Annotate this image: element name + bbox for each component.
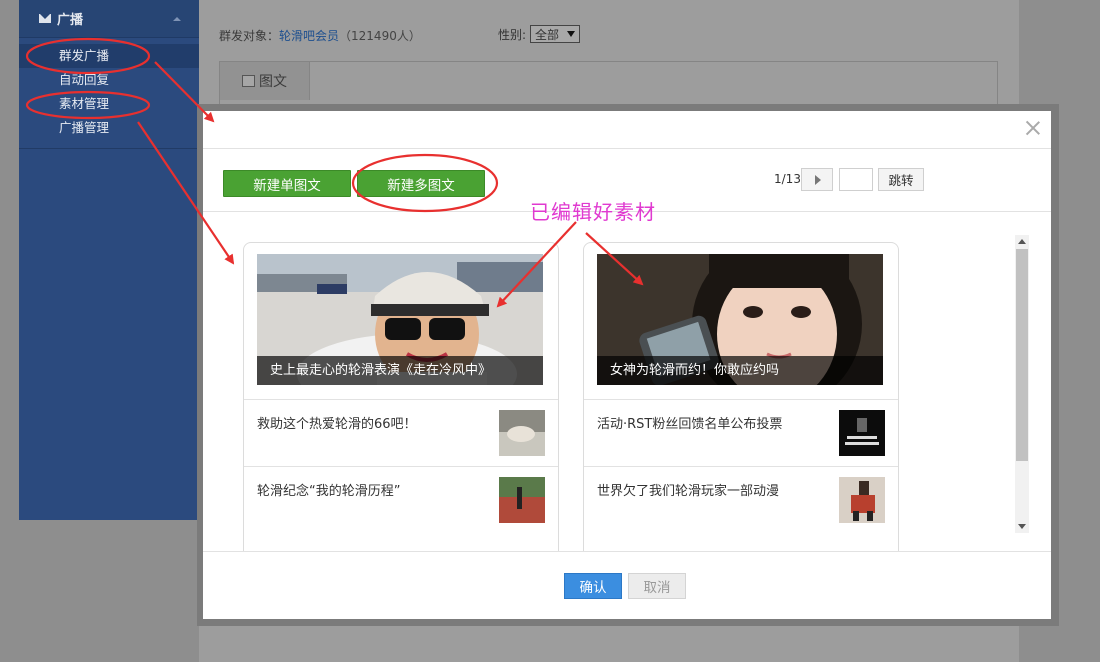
gender-label: 性别: — [498, 27, 527, 42]
thumbnail-photo — [839, 477, 885, 523]
document-icon — [242, 75, 255, 87]
tab-image-text[interactable]: 图文 — [220, 62, 310, 100]
vertical-scrollbar[interactable] — [1015, 235, 1029, 533]
scroll-down-icon[interactable] — [1018, 524, 1026, 529]
material-card[interactable]: 女神为轮滑而约！你敢应约吗 活动·RST粉丝回馈名单公布投票 世界欠了我们轮滑玩… — [583, 242, 899, 551]
article-thumbnail — [839, 477, 885, 523]
next-page-button[interactable] — [801, 168, 833, 191]
article-thumbnail — [839, 410, 885, 456]
cover-title: 女神为轮滑而约！你敢应约吗 — [597, 356, 883, 385]
cover-image: 女神为轮滑而约！你敢应约吗 — [597, 254, 883, 385]
thumbnail-photo — [839, 410, 885, 456]
material-picker-dialog: 新建单图文 新建多图文 1/13 跳转 史上最走心的轮滑表演《走在冷风中》 救助… — [203, 111, 1051, 619]
dropdown-arrow-icon — [567, 31, 576, 37]
gender-select[interactable]: 全部 — [530, 25, 581, 43]
collapse-icon[interactable] — [173, 16, 181, 21]
article-title: 救助这个热爱轮滑的66吧！ — [257, 417, 417, 432]
sidebar-item-material-management[interactable]: 素材管理 — [19, 92, 199, 116]
article-item[interactable]: 世界欠了我们轮滑玩家一部动漫 — [584, 466, 898, 533]
thumbnail-photo — [499, 477, 545, 523]
article-item[interactable]: 轮滑纪念“我的轮滑历程” — [244, 466, 558, 533]
page-indicator: 1/13 — [774, 172, 801, 186]
mail-icon — [39, 14, 51, 23]
cancel-button[interactable]: 取消 — [628, 573, 686, 599]
material-list: 史上最走心的轮滑表演《走在冷风中》 救助这个热爱轮滑的66吧！ 轮滑纪念“我的轮… — [203, 212, 1051, 551]
target-link[interactable]: 轮滑吧会员 — [279, 29, 339, 43]
gender-select-value: 全部 — [535, 27, 560, 42]
sidebar-item-mass-broadcast[interactable]: 群发广播 — [19, 44, 199, 68]
new-multi-article-button[interactable]: 新建多图文 — [357, 170, 485, 197]
annotation-label: 已编辑好素材 — [530, 200, 656, 224]
article-item[interactable]: 活动·RST粉丝回馈名单公布投票 — [584, 399, 898, 466]
sidebar-item-auto-reply[interactable]: 自动回复 — [19, 68, 199, 92]
material-card[interactable]: 史上最走心的轮滑表演《走在冷风中》 救助这个热爱轮滑的66吧！ 轮滑纪念“我的轮… — [243, 242, 559, 551]
page-number-input[interactable] — [839, 168, 873, 191]
sidebar-section-header[interactable]: 广播 — [19, 0, 199, 38]
thumbnail-photo — [499, 410, 545, 456]
target-label: 群发对象： — [219, 29, 280, 43]
target-count: （121490人） — [339, 29, 421, 43]
article-thumbnail — [499, 477, 545, 523]
scroll-up-icon[interactable] — [1018, 239, 1026, 244]
scrollbar-thumb[interactable] — [1016, 249, 1028, 461]
sidebar-section-title: 广播 — [57, 13, 84, 28]
article-thumbnail — [499, 410, 545, 456]
article-title: 轮滑纪念“我的轮滑历程” — [257, 484, 401, 499]
article-item[interactable]: 救助这个热爱轮滑的66吧！ — [244, 399, 558, 466]
tab-label: 图文 — [259, 74, 287, 90]
broadcast-target: 群发对象：轮滑吧会员（121490人） — [219, 27, 421, 44]
cover-image: 史上最走心的轮滑表演《走在冷风中》 — [257, 254, 543, 385]
dialog-footer-divider — [203, 551, 1051, 552]
cover-title: 史上最走心的轮滑表演《走在冷风中》 — [257, 356, 543, 385]
gender-filter: 性别: 全部 — [498, 25, 581, 43]
sidebar-item-broadcast-management[interactable]: 广播管理 — [19, 116, 199, 140]
article-title: 世界欠了我们轮滑玩家一部动漫 — [597, 484, 780, 499]
jump-button[interactable]: 跳转 — [878, 168, 924, 191]
article-title: 活动·RST粉丝回馈名单公布投票 — [597, 417, 783, 432]
dialog-header-divider — [203, 148, 1051, 149]
sidebar-divider — [19, 148, 199, 149]
close-icon[interactable] — [1025, 120, 1041, 136]
new-single-article-button[interactable]: 新建单图文 — [223, 170, 351, 197]
confirm-button[interactable]: 确认 — [564, 573, 622, 599]
modal-overlay-frame: 新建单图文 新建多图文 1/13 跳转 史上最走心的轮滑表演《走在冷风中》 救助… — [197, 104, 1059, 626]
sidebar: 广播 群发广播 自动回复 素材管理 广播管理 — [19, 0, 199, 520]
